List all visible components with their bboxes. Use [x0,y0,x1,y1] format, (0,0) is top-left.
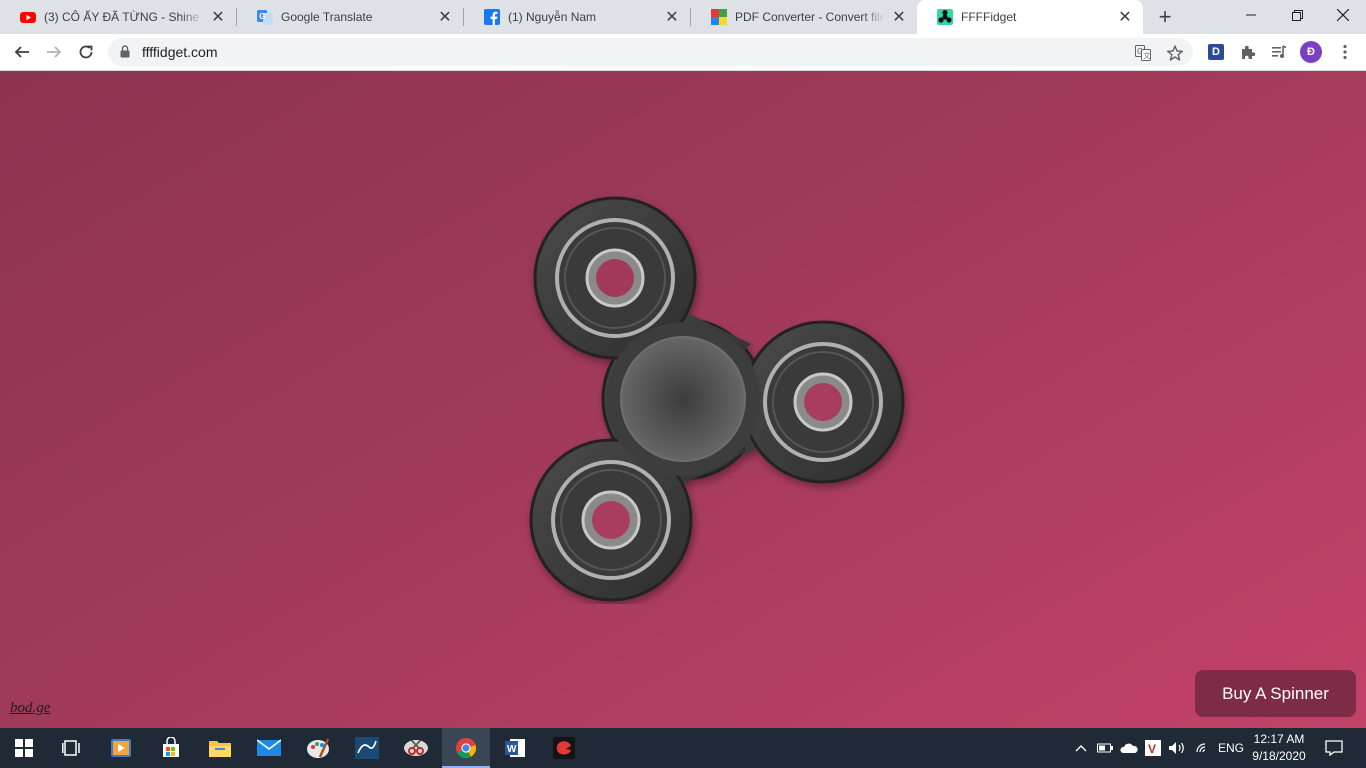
back-arrow-icon [14,46,29,58]
facebook-icon [484,9,500,25]
tab-google-translate[interactable]: G Google Translate ✕ [237,0,463,34]
sql-workbench-icon[interactable] [343,728,391,768]
bearing-bottom-left [551,460,671,580]
notification-center-icon[interactable] [1322,728,1346,768]
google-translate-icon: G [257,9,273,25]
tab-title: (1) Nguyễn Nam [508,10,597,24]
microsoft-store-icon[interactable] [147,728,195,768]
url-text[interactable]: ffffidget.com [142,44,218,60]
buy-spinner-button[interactable]: Buy A Spinner [1195,670,1356,717]
spinner-center-cap [620,336,746,462]
tab-ffffidget[interactable]: FFFFidget ✕ [917,0,1143,34]
tab-title: FFFFidget [961,10,1017,24]
extension-d-icon[interactable]: D [1205,41,1227,63]
volume-icon[interactable] [1167,728,1187,768]
close-window-button[interactable] [1320,0,1366,30]
close-tab-icon[interactable]: ✕ [891,9,907,26]
profile-initial: Đ [1307,46,1315,58]
task-view-icon[interactable] [48,728,96,768]
svg-text:G: G [259,12,265,21]
restore-button[interactable] [1274,0,1320,30]
paint-icon[interactable] [294,728,342,768]
svg-text:文: 文 [1143,51,1150,60]
bearing-right [763,342,883,462]
clock-time: 12:17 AM [1253,732,1305,746]
page-content: bod.ge Buy A Spinner [0,71,1366,728]
bookmark-star-icon[interactable] [1166,44,1184,62]
extensions-puzzle-icon[interactable] [1237,41,1259,63]
profile-avatar[interactable]: Đ [1300,41,1322,63]
minimize-button[interactable] [1228,0,1274,30]
reload-icon [79,45,93,59]
back-button[interactable] [8,38,36,66]
forward-button[interactable] [40,38,68,66]
clock-date: 9/18/2020 [1252,749,1306,763]
show-hidden-icons[interactable] [1071,728,1091,768]
fidget-spinner-icon [937,9,953,25]
browser-tab-strip: (3) CÔ ẤY ĐÃ TỪNG - Shine Th ✕ G Google … [0,0,1366,34]
media-player-icon[interactable] [97,728,145,768]
vietkey-icon[interactable]: V [1143,728,1163,768]
tab-title: Google Translate [281,10,373,24]
credit-link[interactable]: bod.ge [10,700,50,717]
bearing-top-left [555,218,675,338]
mail-icon[interactable] [245,728,293,768]
wifi-icon[interactable] [1193,728,1213,768]
reload-button[interactable] [72,38,100,66]
fidget-spinner[interactable] [525,194,915,604]
language-indicator[interactable]: ENG [1216,728,1246,768]
close-tab-icon[interactable]: ✕ [664,9,680,26]
extension-d-label: D [1212,46,1220,58]
garena-icon[interactable] [540,728,588,768]
tab-pdf-converter[interactable]: PDF Converter - Convert files t ✕ [691,0,917,34]
chrome-icon[interactable] [442,728,490,768]
close-tab-icon[interactable]: ✕ [437,9,453,26]
tab-title: PDF Converter - Convert files t [735,10,885,24]
address-bar[interactable]: ffffidget.com G文 [108,38,1193,66]
svg-text:V: V [1148,742,1156,756]
word-icon[interactable]: W [491,728,539,768]
snipping-tool-icon[interactable] [392,728,440,768]
tab-facebook[interactable]: (1) Nguyễn Nam ✕ [464,0,690,34]
windows-start-icon[interactable] [0,728,48,768]
translate-page-icon[interactable]: G文 [1134,44,1152,62]
chrome-menu-icon[interactable] [1334,41,1356,63]
lock-icon[interactable] [120,45,130,63]
windows-taskbar: W V ENG 12:17 AM 9/18/2020 [0,728,1366,768]
system-clock[interactable]: 12:17 AM 9/18/2020 [1246,731,1312,765]
pdf-converter-icon [711,9,727,25]
youtube-icon [20,9,36,25]
forward-arrow-icon [47,46,62,58]
browser-toolbar: ffffidget.com G文 D Đ [0,34,1366,71]
file-explorer-icon[interactable] [196,728,244,768]
svg-text:W: W [507,744,517,755]
onedrive-icon[interactable] [1119,728,1139,768]
tab-youtube[interactable]: (3) CÔ ẤY ĐÃ TỪNG - Shine Th ✕ [0,0,236,34]
new-tab-button[interactable]: + [1152,4,1178,29]
tab-title: (3) CÔ ẤY ĐÃ TỪNG - Shine Th [44,10,204,24]
close-tab-icon[interactable]: ✕ [1117,9,1133,26]
media-control-icon[interactable] [1268,41,1290,63]
close-tab-icon[interactable]: ✕ [210,9,226,26]
battery-icon[interactable] [1095,728,1115,768]
